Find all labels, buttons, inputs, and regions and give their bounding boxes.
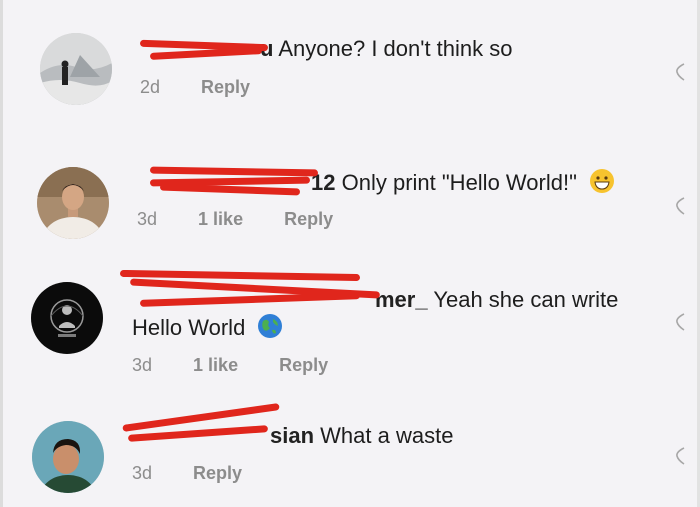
- young-man-portrait-avatar-icon[interactable]: [32, 421, 104, 493]
- username-visible-fragment[interactable]: sian: [270, 423, 314, 448]
- frame-edge: [0, 0, 3, 507]
- like-heart-icon[interactable]: [674, 62, 686, 82]
- like-heart-icon[interactable]: [674, 446, 686, 466]
- reply-button[interactable]: Reply: [284, 209, 333, 229]
- comment-meta: 3d Reply: [132, 463, 242, 484]
- likes-count-button[interactable]: 1 like: [198, 209, 243, 229]
- comment-time: 3d: [137, 209, 158, 229]
- comment-time: 3d: [132, 355, 153, 375]
- reply-button[interactable]: Reply: [279, 355, 328, 375]
- reply-button[interactable]: Reply: [201, 77, 250, 97]
- comment-meta: 2d Reply: [140, 77, 250, 98]
- man-portrait-avatar-icon[interactable]: [37, 167, 109, 239]
- comment-text-line2: Hello World: [132, 313, 283, 341]
- like-heart-icon[interactable]: [674, 312, 686, 332]
- likes-count-button[interactable]: 1 like: [193, 355, 238, 375]
- comment-meta: 3d 1 like Reply: [137, 209, 333, 230]
- comment-text: u Anyone? I don't think so: [140, 36, 513, 62]
- comment-time: 3d: [132, 463, 153, 483]
- username-visible-fragment[interactable]: mer_: [375, 287, 428, 312]
- comment-meta: 3d 1 like Reply: [132, 355, 328, 376]
- comment-body: What a waste: [320, 423, 454, 448]
- comment-body: Only print "Hello World!": [341, 170, 577, 195]
- reply-button[interactable]: Reply: [193, 463, 242, 483]
- globe-emoji-icon: [257, 313, 283, 339]
- anonymous-logo-avatar-icon[interactable]: [31, 282, 103, 354]
- comment-body-line2: Hello World: [132, 315, 246, 340]
- comment-time: 2d: [140, 77, 161, 97]
- comment-body: Yeah she can write: [433, 287, 619, 312]
- grinning-face-emoji-icon: [589, 168, 615, 194]
- comment-body: Anyone? I don't think so: [278, 36, 513, 61]
- landscape-person-avatar-icon[interactable]: [40, 33, 112, 105]
- like-heart-icon[interactable]: [674, 196, 686, 216]
